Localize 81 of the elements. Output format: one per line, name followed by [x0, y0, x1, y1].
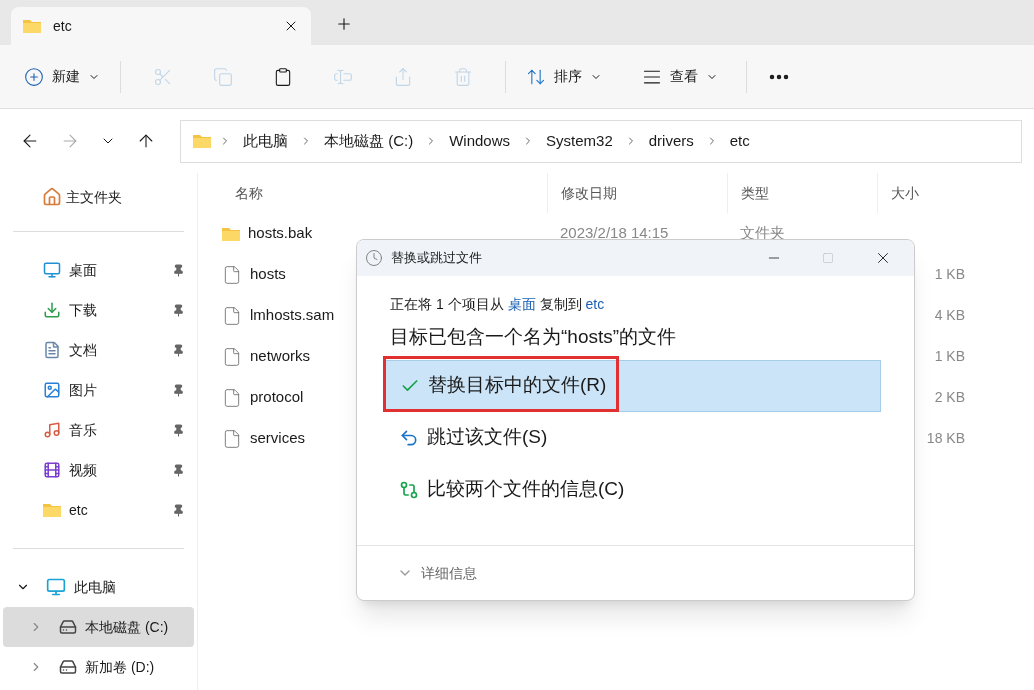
info-text: 正在将 1 个项目从 [390, 295, 504, 314]
file-icon [222, 346, 242, 367]
file-icon [222, 428, 242, 449]
pin-icon [172, 263, 185, 277]
desktop-icon [43, 261, 61, 279]
file-name[interactable]: protocol [250, 386, 304, 409]
dialog-title: 替换或跳过文件 [391, 249, 483, 268]
pin-icon [172, 423, 185, 437]
add-icon [24, 66, 44, 87]
source-link[interactable]: 桌面 [507, 294, 536, 315]
sidebar-item[interactable]: 新加卷 (D:) [3, 647, 194, 687]
computer-icon [46, 577, 66, 597]
file-size: 1 KB [934, 266, 965, 282]
new-button[interactable]: 新建 [16, 66, 120, 87]
sort-button[interactable]: 排序 [518, 66, 610, 87]
pin-icon [172, 503, 185, 517]
file-name[interactable]: networks [250, 345, 311, 368]
drive-icon [59, 618, 77, 636]
option-button[interactable]: 跳过该文件(S) [385, 411, 881, 464]
breadcrumb-item[interactable]: Windows [445, 129, 515, 153]
video-icon [43, 461, 61, 479]
folder-icon [23, 19, 41, 33]
file-name[interactable]: lmhosts.sam [250, 304, 335, 327]
sidebar-item[interactable]: 视频 [0, 450, 197, 490]
sidebar-item[interactable]: 此电脑 [0, 567, 197, 607]
sidebar-item[interactable]: 文档 [0, 330, 197, 370]
file-name[interactable]: hosts.bak [248, 222, 313, 245]
file-size: 18 KB [926, 430, 965, 446]
destination-link[interactable]: etc [585, 294, 605, 315]
sidebar-item[interactable]: etc [0, 490, 197, 530]
sidebar-item[interactable]: 本地磁盘 (C:) [3, 607, 194, 647]
sidebar-item[interactable]: 图片 [0, 370, 197, 410]
clipboard-icon[interactable] [273, 66, 293, 87]
undo-icon [399, 427, 419, 448]
address-bar[interactable]: 此电脑 本地磁盘 (C:) Windows System32 drivers etc [180, 119, 1022, 163]
download-icon [43, 301, 61, 319]
breadcrumb-item[interactable]: drivers [644, 129, 698, 153]
folder-icon [43, 503, 61, 517]
tab-title: etc [53, 16, 73, 36]
breadcrumb-item[interactable]: etc [725, 129, 754, 153]
column-header[interactable]: 名称 [222, 173, 547, 213]
option-button[interactable]: 比较两个文件的信息(C) [385, 463, 881, 516]
sidebar-item[interactable]: 下载 [0, 290, 197, 330]
folder-icon [222, 226, 240, 241]
pin-icon [172, 303, 185, 317]
dialog-heading: 目标已包含一个名为“hosts”的文件 [390, 325, 678, 349]
sidebar-item[interactable]: 音乐 [0, 410, 197, 450]
pin-icon [172, 343, 185, 357]
tab[interactable]: etc [11, 7, 311, 45]
home-icon [42, 187, 62, 207]
file-icon [222, 305, 242, 326]
breadcrumb-item[interactable]: 本地磁盘 (C:) [320, 129, 418, 153]
document-icon [43, 341, 61, 359]
folder-icon [193, 134, 211, 148]
view-button[interactable]: 查看 [634, 66, 726, 87]
details-toggle[interactable]: 详细信息 [421, 562, 477, 584]
file-icon [222, 387, 242, 408]
sidebar-item[interactable]: 桌面 [0, 250, 197, 290]
info-text: 复制到 [539, 295, 582, 314]
pin-icon [172, 463, 185, 477]
column-header[interactable]: 类型 [727, 173, 877, 213]
compare-icon [399, 479, 419, 500]
music-icon [43, 421, 61, 439]
breadcrumb-item[interactable]: System32 [542, 129, 617, 153]
pin-icon [172, 383, 185, 397]
column-header[interactable]: 大小 [877, 173, 977, 213]
sidebar-item[interactable]: 主文件夹 [0, 181, 197, 213]
drive-icon [59, 658, 77, 676]
file-size: 1 KB [934, 348, 965, 364]
file-date: 2023/2/18 14:15 [560, 224, 669, 242]
new-tab-icon[interactable] [335, 15, 353, 33]
file-name[interactable]: hosts [250, 263, 286, 286]
column-header[interactable]: 修改日期 [547, 173, 727, 213]
file-size: 2 KB [934, 389, 965, 405]
file-size: 4 KB [934, 307, 965, 323]
breadcrumb-item[interactable]: 此电脑 [239, 129, 292, 153]
clock-icon [365, 249, 383, 267]
file-icon [222, 264, 242, 285]
option-button[interactable]: 替换目标中的文件(R) [385, 359, 881, 412]
file-name[interactable]: services [250, 427, 305, 450]
picture-icon [43, 381, 61, 399]
